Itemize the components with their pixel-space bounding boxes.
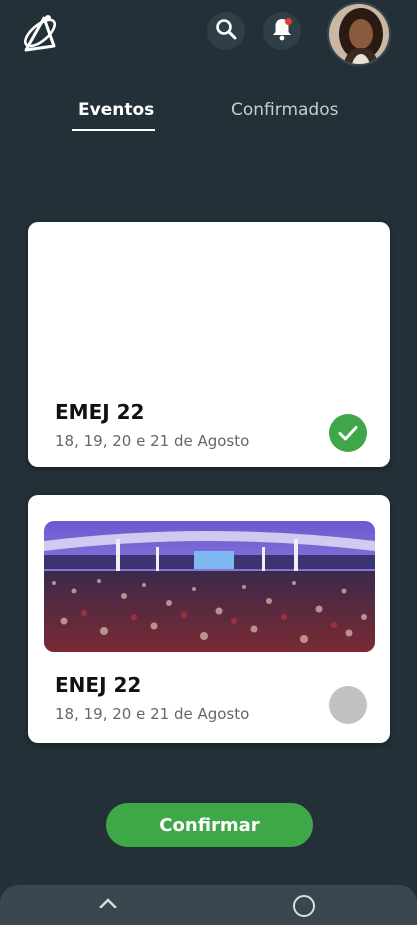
avatar[interactable] <box>327 2 391 66</box>
notification-badge <box>285 18 292 25</box>
active-tab-indicator <box>72 129 155 131</box>
confirm-button[interactable]: Confirmar <box>106 803 313 847</box>
event-date: 18, 19, 20 e 21 de Agosto <box>55 705 250 723</box>
event-date: 18, 19, 20 e 21 de Agosto <box>55 432 250 450</box>
event-photo <box>44 521 375 652</box>
home-icon[interactable] <box>99 893 117 909</box>
unselected-radio[interactable] <box>329 686 367 724</box>
selected-check-icon[interactable] <box>329 414 367 452</box>
search-button[interactable] <box>207 12 245 50</box>
event-card-enej[interactable]: ENEJ 22 18, 19, 20 e 21 de Agosto <box>28 495 390 743</box>
event-title: ENEJ 22 <box>55 673 142 697</box>
tab-eventos[interactable]: Eventos <box>78 100 154 120</box>
profile-nav-icon[interactable] <box>293 895 315 917</box>
app-logo <box>18 10 62 56</box>
event-card-emej[interactable]: EMEJ 22 18, 19, 20 e 21 de Agosto <box>28 222 390 467</box>
tab-confirmados[interactable]: Confirmados <box>231 100 338 120</box>
tab-bar: Eventos Confirmados <box>0 100 417 136</box>
search-icon <box>215 18 237 44</box>
event-title: EMEJ 22 <box>55 400 145 424</box>
bottom-nav <box>0 885 417 925</box>
notifications-button[interactable] <box>263 12 301 50</box>
